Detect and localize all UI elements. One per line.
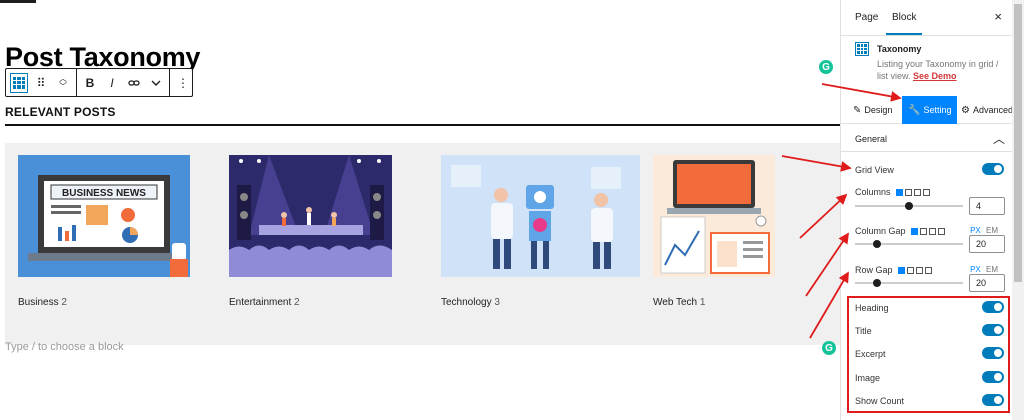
gear-icon: ⚙ xyxy=(961,104,970,116)
taxonomy-card-business[interactable]: BUSINESS NEWS Business 2 xyxy=(18,155,190,308)
columns-slider[interactable] xyxy=(855,202,963,210)
move-up-down-icon[interactable]: ︿ ﹀ xyxy=(54,73,72,93)
close-icon[interactable]: × xyxy=(994,9,1002,24)
device-icons[interactable] xyxy=(910,227,945,235)
unit-px[interactable]: PX xyxy=(970,265,981,274)
web-tech-image xyxy=(653,155,775,277)
row-gap-label: Row Gap xyxy=(855,265,932,275)
bold-button[interactable]: B xyxy=(81,73,99,93)
device-icons[interactable] xyxy=(895,188,930,196)
tab-setting[interactable]: 🔧 Setting xyxy=(902,96,958,124)
tab-advanced-label: Advanced xyxy=(972,105,1013,115)
device-icons[interactable] xyxy=(897,266,932,274)
taxonomy-count: 2 xyxy=(61,297,67,308)
block-appender-placeholder[interactable]: Type / to choose a block xyxy=(5,341,124,353)
mode-tabs: ✎ Design 🔧 Setting ⚙ Advanced xyxy=(841,96,1013,124)
row-gap-units[interactable]: PX EM xyxy=(970,265,998,274)
unit-em[interactable]: EM xyxy=(986,265,998,274)
taxonomy-label[interactable]: Entertainment 2 xyxy=(229,297,392,308)
see-demo-link[interactable]: See Demo xyxy=(913,71,957,81)
column-gap-input[interactable]: 20 xyxy=(969,235,1005,253)
slider-knob[interactable] xyxy=(873,240,881,248)
chevron-down-icon[interactable] xyxy=(147,73,165,93)
grammarly-icon[interactable]: G xyxy=(819,60,833,74)
taxonomy-count: 1 xyxy=(699,297,706,308)
grid-view-toggle[interactable] xyxy=(982,163,1004,175)
block-description: Listing your Taxonomy in grid / list vie… xyxy=(877,58,1005,82)
taxonomy-name: Business xyxy=(18,297,59,308)
tab-setting-label: Setting xyxy=(923,105,952,115)
column-gap-slider[interactable] xyxy=(855,240,963,248)
grid-icon xyxy=(855,42,869,56)
toolbar-group-block: ⠿ ︿ ﹀ xyxy=(6,69,77,96)
business-news-text: BUSINESS NEWS xyxy=(62,188,146,199)
taxonomy-label[interactable]: Business 2 xyxy=(18,297,190,308)
sidebar-scrollbar[interactable] xyxy=(1012,0,1024,420)
grammarly-icon[interactable]: G xyxy=(822,341,836,355)
tab-page[interactable]: Page xyxy=(855,12,878,23)
taxonomy-name: Web Tech xyxy=(653,297,698,308)
panel-title: General xyxy=(855,134,888,144)
taxonomy-label[interactable]: Technology 3 xyxy=(441,297,640,308)
block-type-button[interactable] xyxy=(10,72,28,93)
section-heading: RELEVANT POSTS xyxy=(5,105,116,119)
taxonomy-name: Entertainment xyxy=(229,297,292,308)
columns-label: Columns xyxy=(855,187,930,197)
column-gap-label: Column Gap xyxy=(855,226,945,236)
taxonomy-count: 3 xyxy=(494,297,500,308)
taxonomy-card-web-tech[interactable]: Web Tech 1 xyxy=(653,155,775,308)
editor-canvas: Post Taxonomy ⠿ ︿ ﹀ B I ⋮ RELEVANT POSTS… xyxy=(0,0,840,420)
entertainment-image xyxy=(229,155,392,277)
link-icon[interactable] xyxy=(125,73,143,93)
columns-input[interactable]: 4 xyxy=(969,197,1005,215)
more-vertical-icon[interactable]: ⋮ xyxy=(174,73,192,93)
slider-knob[interactable] xyxy=(873,279,881,287)
top-bar-mark xyxy=(0,0,36,3)
general-panel-header[interactable]: General ︿ xyxy=(841,126,1013,152)
grid-icon xyxy=(13,76,25,89)
taxonomy-count: 2 xyxy=(294,297,300,308)
technology-image xyxy=(441,155,640,277)
section-divider xyxy=(5,124,840,126)
drag-handle-icon[interactable]: ⠿ xyxy=(32,73,50,93)
sidebar-tabs: Page Block × xyxy=(841,0,1012,36)
column-gap-units[interactable]: PX EM xyxy=(970,226,998,235)
slider-knob[interactable] xyxy=(905,202,913,210)
taxonomy-card-entertainment[interactable]: Entertainment 2 xyxy=(229,155,392,308)
row-gap-slider[interactable] xyxy=(855,279,963,287)
block-card: Taxonomy Listing your Taxonomy in grid /… xyxy=(855,42,1005,86)
row-gap-input[interactable]: 20 xyxy=(969,274,1005,292)
tab-design[interactable]: ✎ Design xyxy=(853,96,892,124)
tab-design-label: Design xyxy=(864,105,893,115)
chevron-up-icon: ︿ xyxy=(992,132,1005,146)
block-name: Taxonomy xyxy=(877,44,922,54)
annotation-highlight-box xyxy=(847,296,1010,413)
row-gap-label-text: Row Gap xyxy=(855,265,893,275)
unit-px[interactable]: PX xyxy=(970,226,981,235)
tab-advanced[interactable]: ⚙ Advanced xyxy=(961,96,1013,124)
pin-icon: ✎ xyxy=(853,104,862,116)
business-image: BUSINESS NEWS xyxy=(18,155,190,277)
block-toolbar: ⠿ ︿ ﹀ B I ⋮ xyxy=(5,68,193,97)
wrench-icon: 🔧 xyxy=(908,104,921,116)
tab-block[interactable]: Block xyxy=(885,12,924,35)
scrollbar-thumb[interactable] xyxy=(1014,4,1022,282)
taxonomy-label[interactable]: Web Tech 1 xyxy=(653,297,775,308)
toolbar-group-format: B I xyxy=(77,69,170,96)
italic-button[interactable]: I xyxy=(103,73,121,93)
grid-view-label: Grid View xyxy=(855,165,894,175)
taxonomy-card-technology[interactable]: Technology 3 xyxy=(441,155,640,308)
column-gap-label-text: Column Gap xyxy=(855,226,906,236)
columns-label-text: Columns xyxy=(855,187,891,197)
toolbar-group-options: ⋮ xyxy=(170,69,196,96)
taxonomy-grid: BUSINESS NEWS Business 2 Entertainment 2… xyxy=(5,143,840,345)
unit-em[interactable]: EM xyxy=(986,226,998,235)
taxonomy-name: Technology xyxy=(441,297,492,308)
